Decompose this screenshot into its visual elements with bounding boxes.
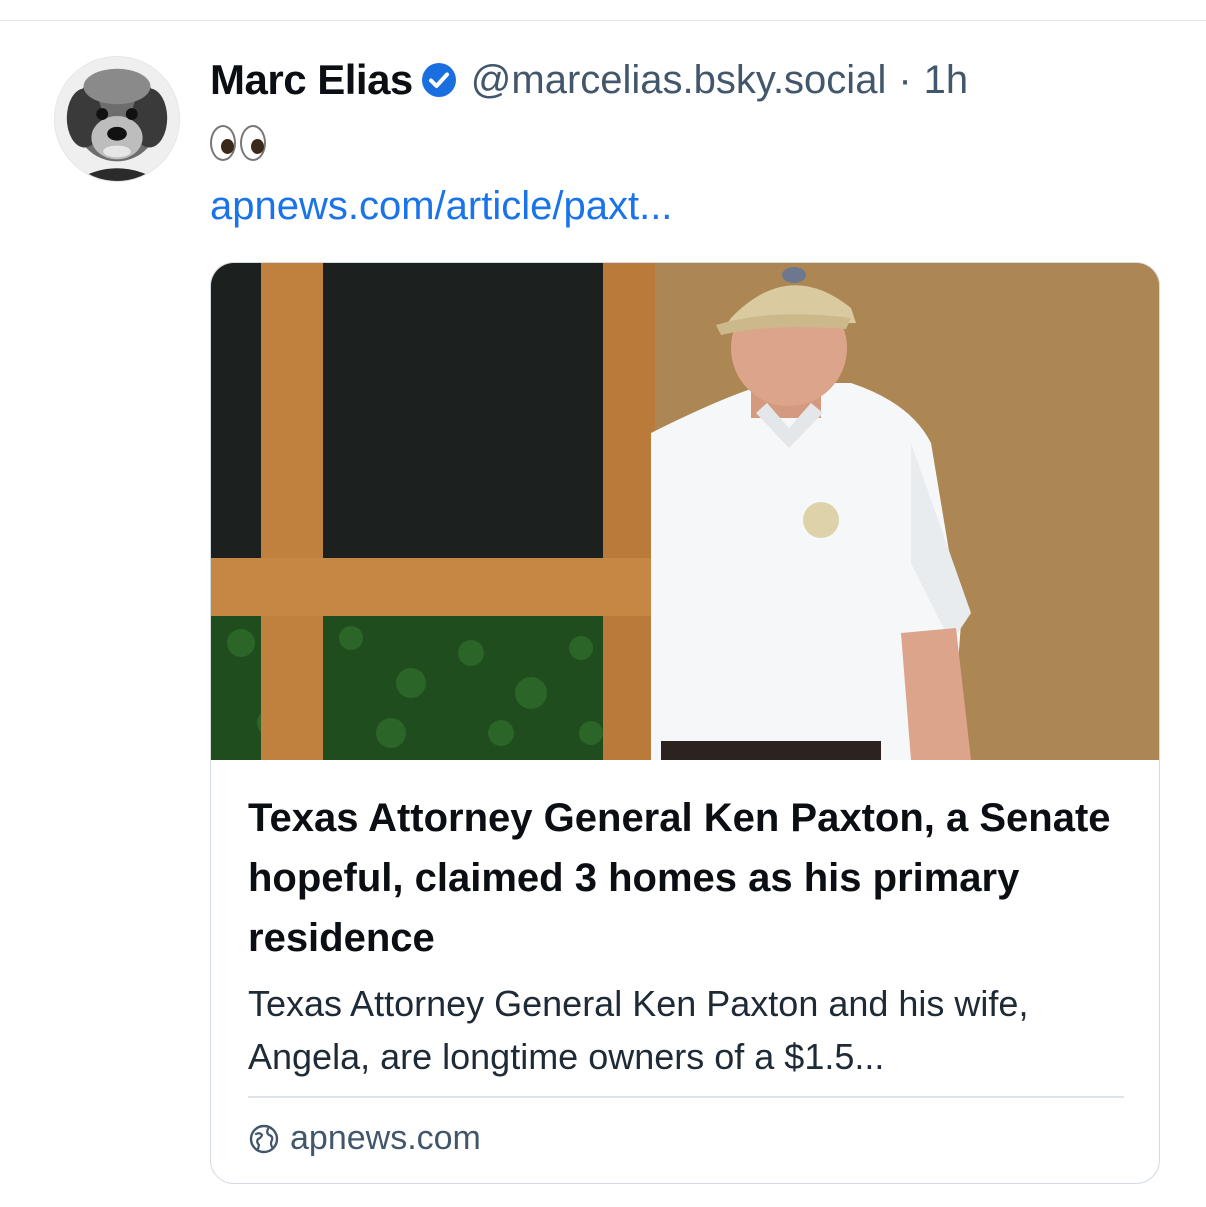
post-link[interactable]: apnews.com/article/paxt...	[210, 184, 1170, 229]
card-divider	[248, 1096, 1124, 1098]
post-header: Marc Elias @marcelias.bsky.social · 1h	[210, 52, 1170, 108]
article-source[interactable]: apnews.com	[248, 1119, 481, 1158]
article-title[interactable]: Texas Attorney General Ken Paxton, a Sen…	[248, 788, 1128, 968]
post-body: Marc Elias @marcelias.bsky.social · 1h a…	[210, 52, 1170, 229]
separator-dot: ·	[898, 57, 912, 102]
author-name[interactable]: Marc Elias	[210, 56, 413, 104]
eye-right	[240, 125, 266, 161]
verified-badge-icon[interactable]	[421, 62, 457, 98]
dog-avatar-image	[55, 57, 179, 181]
eye-left	[210, 125, 236, 161]
link-preview-card[interactable]: Texas Attorney General Ken Paxton, a Sen…	[210, 262, 1160, 1184]
post-timestamp[interactable]: 1h	[924, 58, 969, 103]
author-avatar[interactable]	[54, 56, 180, 182]
source-domain: apnews.com	[290, 1119, 481, 1157]
article-description: Texas Attorney General Ken Paxton and hi…	[248, 983, 1029, 1077]
author-handle[interactable]: @marcelias.bsky.social	[471, 58, 887, 103]
post-text	[210, 120, 1170, 166]
top-divider	[0, 20, 1206, 21]
eyes-emoji	[210, 125, 266, 161]
article-thumbnail	[211, 263, 1159, 760]
globe-icon	[248, 1123, 280, 1155]
